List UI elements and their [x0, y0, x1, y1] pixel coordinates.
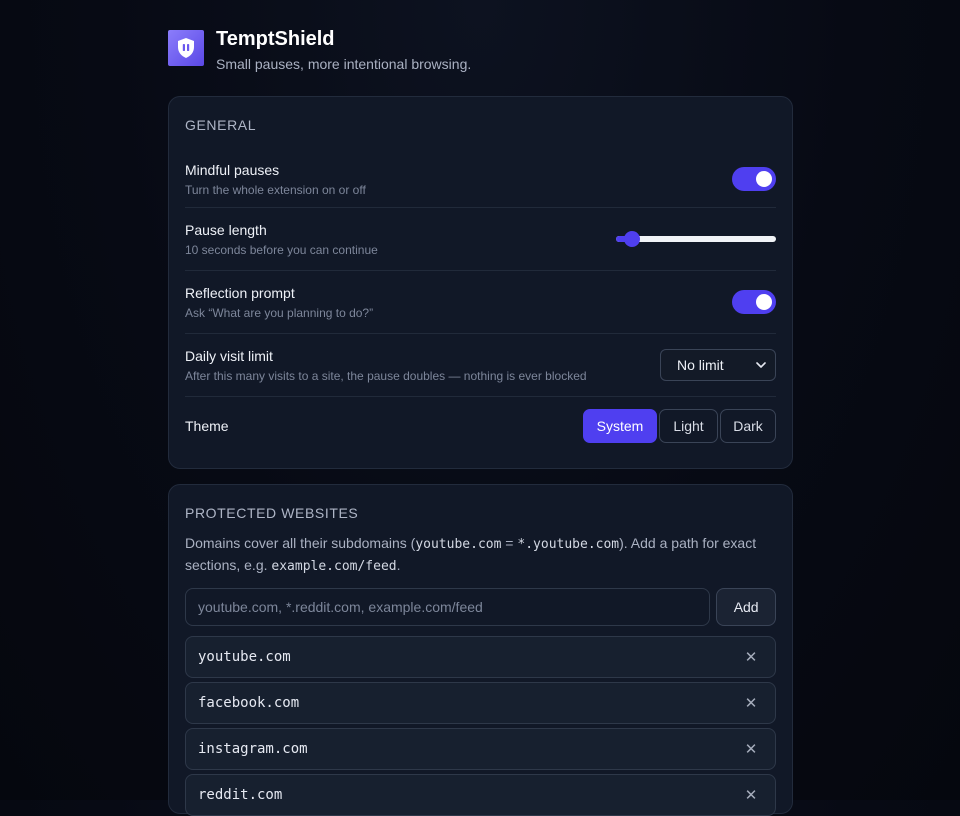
close-icon[interactable]: ✕	[743, 648, 759, 666]
pause-length-row: Pause length 10 seconds before you can c…	[185, 208, 776, 271]
chevron-down-icon	[756, 362, 766, 368]
slider-thumb[interactable]	[624, 231, 640, 247]
theme-selector: System Light Dark	[583, 408, 776, 443]
toggle-knob	[756, 294, 772, 310]
slider-track	[616, 236, 776, 242]
pause-length-desc: 10 seconds before you can continue	[185, 242, 378, 257]
site-name: instagram.com	[198, 741, 308, 757]
site-input[interactable]	[185, 588, 711, 626]
reflection-prompt-desc: Ask “What are you planning to do?”	[185, 305, 374, 320]
site-item: facebook.com ✕	[185, 682, 776, 724]
mindful-pauses-desc: Turn the whole extension on or off	[185, 182, 366, 197]
app-title: TemptShield	[216, 28, 335, 50]
theme-label: Theme	[185, 417, 229, 434]
general-heading: GENERAL	[185, 117, 257, 133]
page-header: TemptShield Small pauses, more intention…	[168, 28, 793, 96]
site-name: youtube.com	[198, 649, 291, 665]
theme-dark-button[interactable]: Dark	[720, 408, 776, 443]
mindful-pauses-label: Mindful pauses	[185, 161, 280, 178]
theme-row: Theme System Light Dark	[185, 397, 776, 454]
site-name: facebook.com	[198, 695, 300, 711]
daily-limit-select[interactable]: No limit	[660, 349, 776, 381]
general-card: GENERAL Mindful pauses Turn the whole ex…	[168, 96, 793, 469]
add-site-button[interactable]: Add	[716, 588, 776, 626]
site-item: reddit.com ✕	[185, 774, 776, 816]
site-list: youtube.com ✕ facebook.com ✕ instagram.c…	[185, 636, 776, 816]
pause-length-slider[interactable]	[616, 229, 776, 249]
theme-system-button[interactable]: System	[583, 408, 657, 443]
daily-limit-label: Daily visit limit	[185, 347, 273, 364]
reflection-prompt-label: Reflection prompt	[185, 284, 295, 301]
mindful-pauses-row: Mindful pauses Turn the whole extension …	[185, 151, 776, 208]
theme-light-button[interactable]: Light	[659, 408, 718, 443]
protected-websites-card: PROTECTED WEBSITES Domains cover all the…	[168, 484, 793, 816]
daily-limit-row: Daily visit limit After this many visits…	[185, 334, 776, 397]
site-item: youtube.com ✕	[185, 636, 776, 678]
site-item: instagram.com ✕	[185, 728, 776, 770]
add-site-row: Add	[185, 588, 776, 626]
close-icon[interactable]: ✕	[743, 740, 759, 758]
daily-limit-value: No limit	[677, 357, 724, 373]
close-icon[interactable]: ✕	[743, 786, 759, 804]
reflection-prompt-row: Reflection prompt Ask “What are you plan…	[185, 271, 776, 334]
toggle-knob	[756, 171, 772, 187]
reflection-prompt-toggle[interactable]	[732, 290, 776, 314]
app-subtitle: Small pauses, more intentional browsing.	[216, 56, 472, 72]
protected-websites-help: Domains cover all their subdomains (yout…	[185, 535, 757, 574]
pause-length-label: Pause length	[185, 221, 267, 238]
close-icon[interactable]: ✕	[743, 694, 759, 712]
mindful-pauses-toggle[interactable]	[732, 167, 776, 191]
daily-limit-desc: After this many visits to a site, the pa…	[185, 368, 587, 383]
shield-pause-icon	[168, 30, 204, 66]
options-page: TemptShield Small pauses, more intention…	[168, 28, 793, 816]
protected-websites-heading: PROTECTED WEBSITES	[185, 505, 359, 521]
site-name: reddit.com	[198, 787, 283, 803]
